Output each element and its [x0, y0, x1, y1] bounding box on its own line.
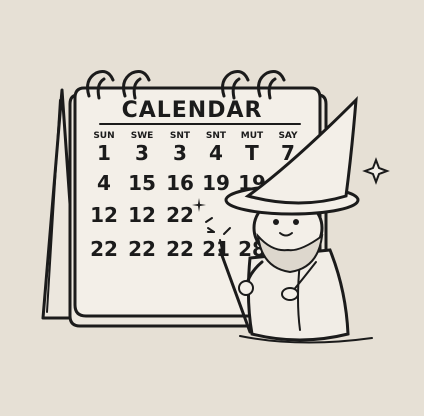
day-number: 22 [166, 203, 194, 227]
weekday-label: MUT [241, 131, 264, 141]
day-number: 19 [202, 171, 230, 195]
weekday-label: SAY [278, 131, 298, 141]
weekday-label: SNT [170, 131, 191, 141]
day-number: 4 [97, 171, 111, 195]
day-number: 3 [173, 141, 187, 165]
illustration: CALENDAR SUN SWE SNT SNT MUT SAY 1 3 3 4 T 7 4 15 16 1… [0, 0, 424, 416]
weekday-label: SNT [206, 131, 227, 141]
day-number: 1 [97, 141, 111, 165]
day-number: 22 [90, 237, 118, 261]
sparkle-icon [362, 157, 390, 185]
day-number: 21 [202, 237, 230, 261]
day-number: 4 [209, 141, 223, 165]
weekday-label: SWE [131, 131, 154, 141]
day-number: 12 [90, 203, 118, 227]
day-number: 22 [128, 237, 156, 261]
day-number: 16 [166, 171, 194, 195]
calendar-wizard-drawing: CALENDAR SUN SWE SNT SNT MUT SAY 1 3 3 4 T 74 15 16 1… [41, 70, 390, 344]
day-number: T [245, 141, 259, 165]
day-number: 3 [135, 141, 149, 165]
day-number: 22 [166, 237, 194, 261]
weekday-label: SUN [93, 131, 114, 141]
calendar-title: CALENDAR [122, 98, 263, 123]
day-number: 12 [128, 203, 156, 227]
day-number: 15 [128, 171, 156, 195]
